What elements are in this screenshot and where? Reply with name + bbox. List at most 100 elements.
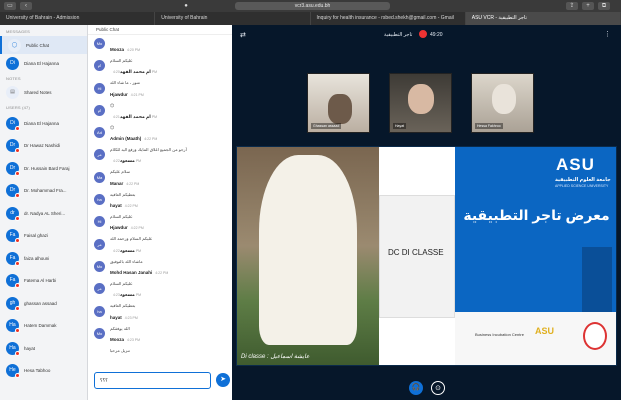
chat-message: مر مسعود4:22 PM ماشاء الله بالتوفيق <box>88 236 232 264</box>
dress-image <box>259 155 357 345</box>
avatar: Mo <box>94 327 105 339</box>
message-body: Manar 4:22 PM بعطيكم العافية <box>110 172 140 197</box>
avatar: ha <box>94 305 105 317</box>
tabs-overview-icon[interactable]: ⧉ <box>598 2 610 10</box>
notes-icon: ▤ <box>6 85 19 99</box>
message-body: Mohd Hasan Janahi 4:22 PM عليكم السلام <box>110 261 168 286</box>
avatar: مر <box>94 283 105 295</box>
send-button[interactable]: ➤ <box>216 373 230 387</box>
message-time: 4:23 PM <box>127 337 141 342</box>
chat-message: Mo Mooza 4:23 PM تنزيل مرحبا <box>88 325 232 353</box>
new-tab-icon[interactable]: + <box>582 2 594 10</box>
options-icon[interactable]: ⋮ <box>604 30 611 38</box>
user-name: Dr Hawaz Nashidi <box>24 143 61 149</box>
tab-uob-admission[interactable]: University of Bahrain - Admission <box>0 12 156 25</box>
chat-message: ام ام محمد القهد4:21 PM 😊 <box>88 102 232 130</box>
user-list-item[interactable]: Di Diana El Hajanna <box>0 112 87 135</box>
message-time: 4:22 PM <box>124 204 138 209</box>
user-list-item[interactable]: Dr Dr. Hussain Bard Faraj <box>0 157 87 180</box>
chat-message: Mo Mohd Hasan Janahi 4:22 PM عليكم السلام <box>88 258 232 286</box>
user-list-item[interactable]: dr dr. Nadya AL Sheri... <box>0 202 87 225</box>
webcam-hayat[interactable]: Hayat <box>389 73 452 133</box>
avatar: Dr <box>6 161 20 176</box>
message-sender: hayat <box>110 314 122 320</box>
user-list-item[interactable]: Dr Dr Hawaz Nashidi <box>0 135 87 158</box>
users-toggle-icon[interactable]: ⇄ <box>240 31 246 39</box>
mic-muted-icon <box>15 373 20 379</box>
user-list-item[interactable]: Fa Fatema Al Harbi <box>0 270 87 293</box>
user-list-item[interactable]: Dr Dr. Mohammad Fra... <box>0 180 87 203</box>
user-list-item[interactable]: Ha hayat <box>0 337 87 360</box>
message-body: hayat 4:23 PM الله يوفقكم <box>110 306 138 331</box>
user-list-item[interactable]: Ha Hatem Dammak <box>0 315 87 338</box>
back-icon[interactable]: ‹ <box>20 2 32 10</box>
user-name: ghassan assaad <box>24 300 57 306</box>
avatar: مر <box>94 238 105 250</box>
message-time: 4:22 PM <box>126 181 140 186</box>
user-list-item[interactable]: Fa faiza alhouni <box>0 247 87 270</box>
recording-timer: 49:20 <box>430 32 443 38</box>
shield-icon[interactable]: ● <box>180 2 192 10</box>
users-section-title: USERS (47) <box>6 105 31 110</box>
notes-section-title: NOTES <box>6 76 21 81</box>
messages-section-title: MESSAGES <box>6 29 31 34</box>
person-silhouette <box>328 94 352 124</box>
chat-message: ha hayat 4:22 PM عليكم السلام <box>88 191 232 219</box>
user-list-item[interactable]: He Hesa Tabhoo <box>0 360 87 383</box>
asu-logo: ASU <box>556 155 595 174</box>
tab-asu-vcr[interactable]: ASU VCR - تاجر التطبيقية <box>465 12 621 25</box>
user-list-item[interactable]: Fa Faisal ghazi <box>0 225 87 248</box>
avatar: Di <box>6 116 20 131</box>
partner-asu-logo: ASU <box>535 326 555 336</box>
expo-title: معرض تاجر التطبيقية <box>463 207 610 223</box>
webcam-name: Hayat <box>393 123 407 129</box>
message-sender: Admin (Maath) <box>110 136 142 142</box>
user-name: Faisal ghazi <box>24 233 49 239</box>
chat-icon: ◯ <box>8 38 21 52</box>
address-bar[interactable]: vcr3.asu.edu.bh <box>235 2 390 10</box>
charity-logo <box>583 322 607 350</box>
chat-message: Ad Admin (Maath) 4:22 PM أرجو من الجميع اغل… <box>88 124 232 152</box>
chat-message: Mo Mooza 4:20 PM عليكم السلام <box>88 35 232 63</box>
message-time: 4:22 PM <box>144 137 158 142</box>
message-body: Admin (Maath) 4:22 PM أرجو من الجميع اغلاق… <box>110 127 187 152</box>
tab-uob[interactable]: University of Bahrain <box>155 12 311 25</box>
message-body: مسعود4:22 PM سلام عليكم <box>110 149 141 174</box>
message-body: مسعود4:22 PM ماشاء الله بالتوفيق <box>110 239 143 264</box>
message-body: ام محمد القهد4:20 PM منور ، ما شاء الله <box>110 60 157 85</box>
shared-notes-item[interactable]: ▤ Shared Notes <box>0 83 87 101</box>
tab-gmail[interactable]: Inquiry for health insurance - rsbed.she… <box>311 12 466 25</box>
message-body: Hjawdur 4:22 PM عليكم السلام ورحمة الله <box>110 216 152 241</box>
tower-illustration <box>582 247 612 312</box>
chat-message-list[interactable]: Mo Mooza 4:20 PM عليكم السلام ام ام محمد القه… <box>88 35 232 353</box>
incubation-centre-logo: Business Incubation Centre <box>475 332 524 337</box>
private-chat-item[interactable]: Di Diana El Hajanna <box>0 54 87 72</box>
chat-message: ha hayat 4:23 PM الله يوفقكم <box>88 303 232 331</box>
message-time: 4:22 PM <box>130 226 144 231</box>
user-list-item[interactable]: gh ghassan assaad <box>0 292 87 315</box>
headset-icon[interactable]: 🎧 <box>409 381 423 395</box>
message-sender: مسعود <box>119 292 135 298</box>
message-sender: Manar <box>110 180 124 186</box>
avatar: Dr <box>6 184 20 199</box>
message-sender: hayat <box>110 203 122 209</box>
chat-message-input[interactable]: ؟؟؟ <box>94 372 211 389</box>
message-text: تنزيل مرحبا <box>110 347 130 353</box>
sidebar-toggle-icon[interactable]: ▭ <box>4 2 16 10</box>
chat-panel: Public Chat Mo Mooza 4:20 PM عليكم السلام ام… <box>88 25 232 400</box>
webcam-toggle-icon[interactable]: ⊙ <box>431 381 445 395</box>
chat-message: Hi Hjawdur 4:22 PM عليكم السلام ورحمة الله <box>88 213 232 241</box>
webcam-ghassan[interactable]: Ghassan assaad <box>307 73 370 133</box>
message-sender: Hjawdur <box>110 91 128 97</box>
avatar: dr <box>6 206 20 221</box>
message-sender: Hjawdur <box>110 225 128 231</box>
mic-muted-icon <box>15 193 20 199</box>
share-icon[interactable]: ⇪ <box>566 2 578 10</box>
record-icon[interactable] <box>419 30 427 38</box>
webcam-hessa[interactable]: Hessa Fakhroo <box>471 73 534 133</box>
public-chat-item[interactable]: ◯ Public Chat <box>0 36 87 54</box>
avatar: Dr <box>6 139 20 154</box>
asu-name-arabic: جامعة العلوم التطبيقية <box>555 177 611 183</box>
message-time: 4:21 PM <box>130 92 144 97</box>
avatar: Fa <box>6 229 20 244</box>
